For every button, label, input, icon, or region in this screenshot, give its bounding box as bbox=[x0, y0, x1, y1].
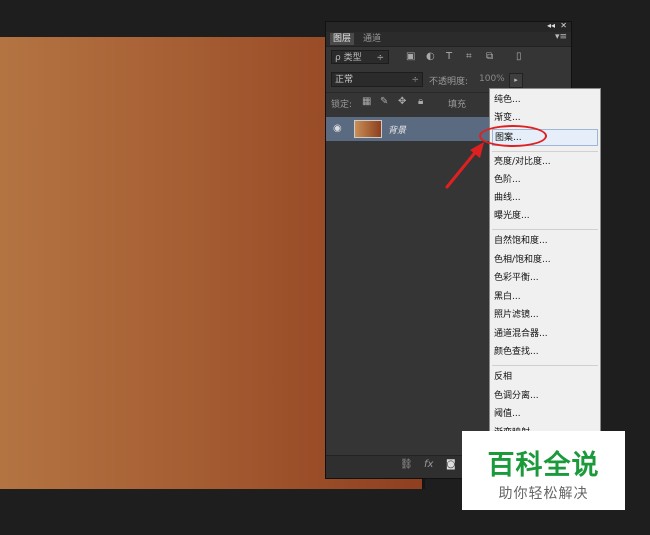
pixel-filter-icon[interactable]: ▣ bbox=[406, 51, 415, 62]
watermark-title: 百科全说 bbox=[487, 450, 600, 481]
panel-menu-icon[interactable]: ▾≡ bbox=[555, 32, 567, 42]
menu-item-hue-saturation[interactable]: 色相/饱和度... bbox=[492, 252, 598, 269]
filter-row: ρ 类型 ÷ ▣ ◐ T ⌗ ⧉ ▯ bbox=[326, 47, 571, 69]
opacity-input[interactable]: 100% bbox=[479, 74, 505, 84]
menu-item-color-lookup[interactable]: 颜色查找... bbox=[492, 344, 598, 361]
menu-item-posterize[interactable]: 色调分离... bbox=[492, 388, 598, 405]
layer-thumbnail bbox=[354, 120, 382, 138]
type-filter-icon[interactable]: T bbox=[446, 51, 452, 62]
opacity-label: 不透明度: bbox=[429, 77, 469, 87]
blend-mode-select[interactable]: 正常 ÷ bbox=[331, 72, 423, 87]
menu-item-black-white[interactable]: 黑白... bbox=[492, 289, 598, 306]
watermark-logo: 百科全说 助你轻松解决 bbox=[462, 431, 625, 510]
panel-title-bar: ◂◂ ✕ bbox=[326, 21, 571, 32]
lock-transparency-icon[interactable]: ▦ bbox=[362, 96, 371, 107]
blend-row: 正常 ÷ 不透明度: 100% ▸ bbox=[326, 70, 571, 90]
mask-icon[interactable]: ◙ bbox=[446, 459, 456, 470]
lock-brush-icon[interactable]: ✎ bbox=[380, 96, 388, 107]
menu-item-vibrance[interactable]: 自然饱和度... bbox=[492, 233, 598, 250]
lock-position-icon[interactable]: ✥ bbox=[398, 96, 406, 107]
blend-arrow-icon: ÷ bbox=[411, 75, 419, 85]
menu-separator bbox=[492, 151, 598, 152]
tab-layers[interactable]: 图层 bbox=[330, 33, 355, 45]
menu-item-levels[interactable]: 色阶... bbox=[492, 172, 598, 189]
tab-channels[interactable]: 通道 bbox=[360, 33, 384, 45]
lock-all-icon[interactable]: 🔒︎ bbox=[418, 96, 423, 107]
smart-object-filter-icon[interactable]: ⧉ bbox=[486, 51, 493, 62]
menu-item-channel-mixer[interactable]: 通道混合器... bbox=[492, 326, 598, 343]
menu-item-color-balance[interactable]: 色彩平衡... bbox=[492, 270, 598, 287]
panel-tabs: 图层 通道 ▾≡ bbox=[326, 32, 571, 47]
layer-filter-select[interactable]: ρ 类型 ÷ bbox=[331, 50, 389, 64]
visibility-eye-icon[interactable]: ◉ bbox=[333, 123, 342, 134]
close-icon[interactable]: ✕ bbox=[560, 21, 567, 30]
blend-mode-value: 正常 bbox=[335, 75, 354, 85]
red-arrow-icon bbox=[445, 142, 484, 189]
menu-item-threshold[interactable]: 阈值... bbox=[492, 406, 598, 423]
filter-label: ρ 类型 bbox=[335, 53, 362, 63]
adjustment-filter-icon[interactable]: ◐ bbox=[426, 51, 435, 62]
menu-item-brightness-contrast[interactable]: 亮度/对比度... bbox=[492, 154, 598, 171]
menu-separator bbox=[492, 365, 598, 366]
shape-filter-icon[interactable]: ⌗ bbox=[466, 51, 472, 62]
menu-item-exposure[interactable]: 曝光度... bbox=[492, 208, 598, 225]
watermark-subtitle: 助你轻松解决 bbox=[498, 486, 589, 502]
menu-item-solid-color[interactable]: 纯色... bbox=[492, 92, 598, 109]
lock-label: 锁定: bbox=[331, 100, 353, 110]
fill-label: 填充 bbox=[448, 100, 467, 110]
menu-item-invert[interactable]: 反相 bbox=[492, 369, 598, 386]
opacity-slider-button[interactable]: ▸ bbox=[509, 73, 523, 88]
fx-icon[interactable]: fx bbox=[424, 459, 433, 470]
menu-separator bbox=[492, 229, 598, 230]
layer-name: 背景 bbox=[388, 126, 407, 136]
menu-item-curves[interactable]: 曲线... bbox=[492, 190, 598, 207]
filter-toggle-icon[interactable]: ▯ bbox=[516, 51, 522, 62]
menu-item-photo-filter[interactable]: 照片滤镜... bbox=[492, 307, 598, 324]
link-icon[interactable]: ⛓ bbox=[400, 459, 413, 470]
collapse-icon[interactable]: ◂◂ bbox=[547, 21, 555, 30]
filter-arrow-icon: ÷ bbox=[376, 53, 384, 63]
